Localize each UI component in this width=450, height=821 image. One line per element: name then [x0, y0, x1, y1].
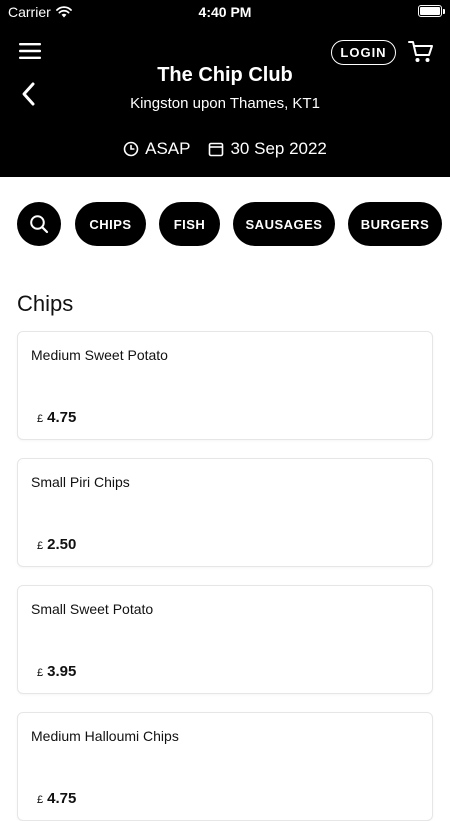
price-amount: 4.75 — [47, 409, 77, 426]
item-price: £ 3.95 — [37, 663, 76, 680]
calendar-icon — [209, 142, 224, 157]
menu-item-card[interactable]: Medium Sweet Potato £ 4.75 — [17, 331, 433, 440]
category-bar: CHIPS FISH SAUSAGES BURGERS — [0, 202, 450, 246]
menu-item-card[interactable]: Small Sweet Potato £ 3.95 — [17, 585, 433, 694]
status-bar: Carrier 4:40 PM — [0, 0, 450, 24]
menu-item-card[interactable]: Medium Halloumi Chips £ 4.75 — [17, 712, 433, 821]
cart-icon[interactable] — [408, 40, 434, 64]
currency-symbol: £ — [37, 794, 44, 806]
currency-symbol: £ — [37, 667, 44, 679]
battery-tip — [443, 9, 445, 14]
app-header: Carrier 4:40 PM LOGIN The Chip Club King… — [0, 0, 450, 177]
price-amount: 4.75 — [47, 790, 77, 807]
item-price: £ 4.75 — [37, 790, 76, 807]
shop-title: The Chip Club — [157, 64, 293, 86]
section-title: Chips — [17, 291, 74, 316]
currency-symbol: £ — [37, 540, 44, 552]
status-time: 4:40 PM — [198, 4, 252, 20]
search-icon — [30, 215, 49, 234]
item-price: £ 2.50 — [37, 536, 76, 553]
item-name: Small Piri Chips — [31, 474, 130, 490]
date-selector[interactable]: 30 Sep 2022 — [208, 139, 327, 159]
login-button[interactable]: LOGIN — [331, 40, 396, 65]
clock-icon — [123, 141, 139, 157]
time-selector[interactable]: ASAP — [123, 139, 190, 159]
price-amount: 3.95 — [47, 663, 77, 680]
shop-location: Kingston upon Thames, KT1 — [130, 95, 320, 112]
currency-symbol: £ — [37, 413, 44, 425]
order-meta: ASAP 30 Sep 2022 — [0, 139, 450, 159]
price-amount: 2.50 — [47, 536, 77, 553]
item-name: Small Sweet Potato — [31, 601, 154, 617]
item-name: Medium Sweet Potato — [31, 347, 168, 363]
search-button[interactable] — [17, 202, 61, 246]
menu-icon[interactable] — [19, 42, 41, 60]
menu-item-card[interactable]: Small Piri Chips £ 2.50 — [17, 458, 433, 567]
time-option: ASAP — [145, 139, 191, 158]
category-chip-burgers[interactable]: BURGERS — [348, 202, 442, 246]
battery-icon — [418, 5, 442, 17]
item-name: Medium Halloumi Chips — [31, 728, 179, 744]
category-chip-chips[interactable]: CHIPS — [75, 202, 146, 246]
item-price: £ 4.75 — [37, 409, 76, 426]
order-date: 30 Sep 2022 — [230, 139, 327, 158]
category-chip-sausages[interactable]: SAUSAGES — [233, 202, 335, 246]
category-chip-fish[interactable]: FISH — [159, 202, 220, 246]
